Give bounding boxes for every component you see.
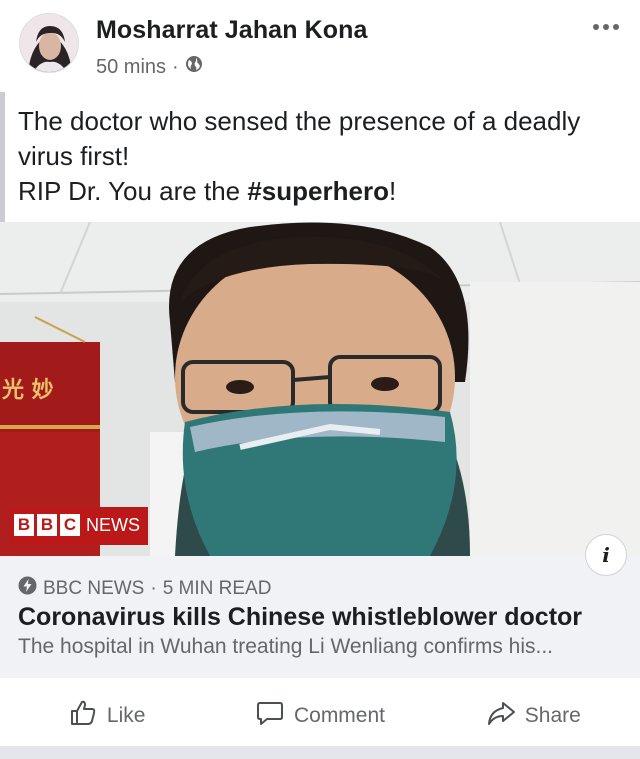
comment-icon (255, 698, 285, 734)
bbc-news-logo: B B C NEWS (14, 514, 140, 536)
share-label: Share (524, 704, 581, 727)
lightning-icon (18, 576, 37, 601)
hashtag-link[interactable]: #superhero (247, 176, 389, 206)
post-text: The doctor who sensed the presence of a … (18, 104, 628, 209)
post-text-line-3: RIP Dr. You are the #superhero! (18, 174, 628, 209)
more-dot-icon (593, 24, 599, 30)
banner-characters: 光 妙 (2, 378, 54, 403)
author-name[interactable]: Mosharrat Jahan Kona (96, 16, 368, 45)
post-text-suffix: ! (388, 176, 397, 206)
thumbs-up-icon (68, 698, 98, 734)
link-preview[interactable]: BBC NEWS · 5 MIN READ Coronavirus kills … (0, 556, 640, 678)
avatar[interactable] (19, 13, 79, 73)
like-label: Like (106, 704, 146, 727)
info-button[interactable]: i (585, 534, 627, 576)
link-headline[interactable]: Coronavirus kills Chinese whistleblower … (18, 603, 582, 632)
photo-illustration (0, 222, 640, 556)
post-text-prefix: RIP Dr. You are the (18, 176, 248, 206)
bbc-logo-block: C (60, 514, 80, 536)
shared-photo[interactable]: B B C NEWS 光 妙 (0, 222, 640, 556)
share-button[interactable]: Share (427, 690, 640, 742)
action-bar: Like Comment Share (0, 690, 640, 742)
more-options-button[interactable] (588, 16, 624, 38)
link-separator: · (150, 577, 157, 599)
like-button[interactable]: Like (0, 690, 213, 742)
link-source: BBC NEWS (43, 577, 145, 599)
more-dot-icon (603, 24, 609, 30)
post-header: Mosharrat Jahan Kona 50 mins · (0, 0, 640, 92)
post-meta: 50 mins · (96, 55, 203, 79)
bbc-logo-block: B (14, 514, 34, 536)
post-text-line-2: virus first! (18, 141, 130, 171)
bbc-logo-word: NEWS (86, 514, 140, 535)
link-source-line: BBC NEWS · 5 MIN READ (18, 576, 271, 601)
link-read-time: 5 MIN READ (162, 577, 272, 599)
more-dot-icon (613, 24, 619, 30)
meta-separator: · (172, 55, 179, 78)
comment-button[interactable]: Comment (213, 690, 426, 742)
globe-icon (185, 55, 203, 79)
feed-divider (0, 746, 640, 759)
post-text-line-1: The doctor who sensed the presence of a … (18, 106, 581, 136)
bbc-logo-block: B (37, 514, 57, 536)
link-description: The hospital in Wuhan treating Li Wenlia… (18, 635, 553, 658)
post-timestamp[interactable]: 50 mins (96, 56, 166, 79)
comment-label: Comment (293, 704, 385, 727)
share-arrow-icon (486, 698, 516, 734)
